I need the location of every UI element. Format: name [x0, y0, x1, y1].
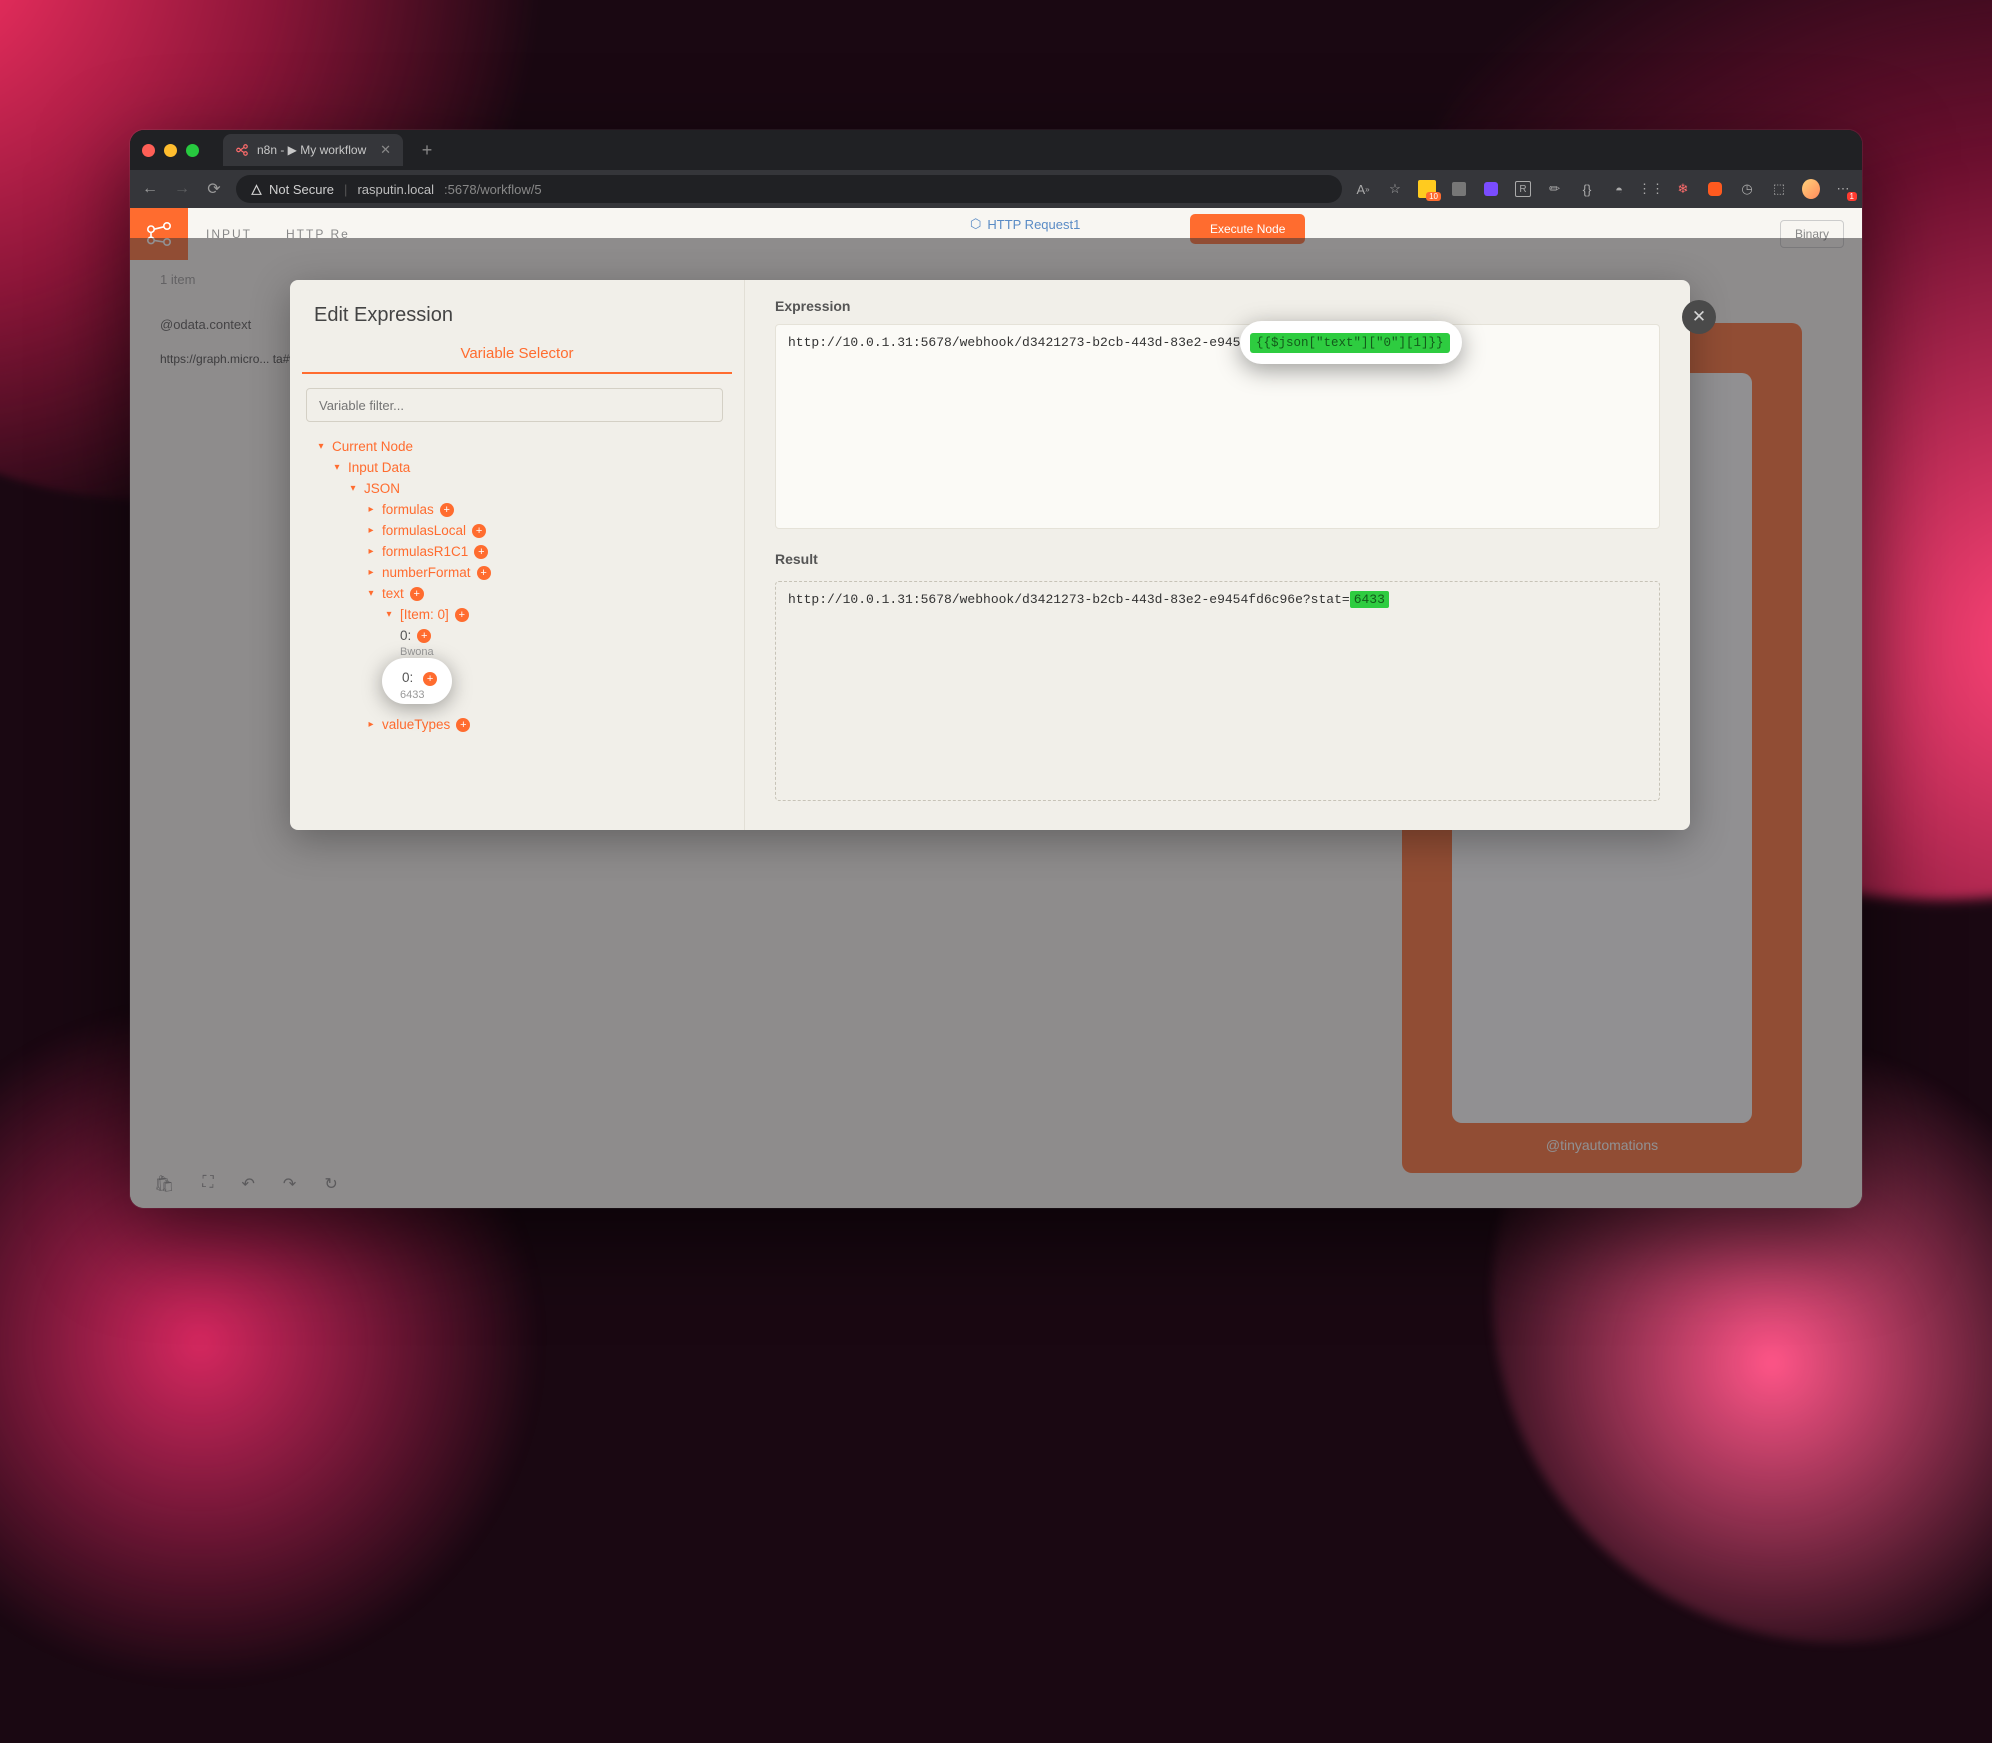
- window-zoom[interactable]: [186, 144, 199, 157]
- modal-title: Edit Expression: [314, 304, 732, 327]
- tab-title: n8n - ▶ My workflow: [257, 143, 366, 157]
- modal-close-button[interactable]: ✕: [1682, 300, 1716, 334]
- ext-icon-orange[interactable]: [1706, 180, 1724, 198]
- url-field[interactable]: Not Secure | rasputin.local :5678/workflo…: [236, 175, 1342, 203]
- add-icon[interactable]: +: [472, 524, 486, 538]
- reload-button[interactable]: ⟳: [204, 179, 224, 199]
- window-close[interactable]: [142, 144, 155, 157]
- variable-filter-input[interactable]: [306, 388, 723, 422]
- add-icon[interactable]: +: [474, 545, 488, 559]
- tree-formulas-r1c1[interactable]: formulasR1C1+: [302, 541, 732, 562]
- window-minimize[interactable]: [164, 144, 177, 157]
- result-output: http://10.0.1.31:5678/webhook/d3421273-b…: [775, 581, 1660, 801]
- tree-text[interactable]: text+: [302, 583, 732, 604]
- url-path: :5678/workflow/5: [444, 182, 542, 197]
- ext-icon-sync[interactable]: ◷: [1738, 180, 1756, 198]
- n8n-icon: [235, 143, 249, 157]
- tree-formulas-local[interactable]: formulasLocal+: [302, 520, 732, 541]
- toolbar-icons: A» ☆ 10 R ✎ {} ◓ ⋮⋮ ❄ ◷ ⬚ ⋯1: [1354, 180, 1852, 198]
- add-icon[interactable]: +: [456, 718, 470, 732]
- expression-prefix: http://10.0.1.31:5678/webhook/d3421273-b…: [788, 335, 1248, 350]
- page-content: INPUT HTTP Re Binary ⬡ HTTP Request1 Exe…: [130, 208, 1862, 1208]
- not-secure-badge: Not Secure: [250, 182, 334, 197]
- address-bar: ← → ⟳ Not Secure | rasputin.local :5678/w…: [130, 170, 1862, 208]
- expression-panel: Expression http://10.0.1.31:5678/webhook…: [745, 280, 1690, 830]
- tree-number-format[interactable]: numberFormat+: [302, 562, 732, 583]
- edit-expression-modal: ✕ Edit Expression Variable Selector Curr…: [290, 280, 1690, 830]
- tree-leaf-0-val: Bwona: [302, 643, 732, 661]
- url-host: rasputin.local: [357, 182, 434, 197]
- tab-bar: n8n - ▶ My workflow ✕ +: [130, 130, 1862, 170]
- ext-icon-cube[interactable]: ⬚: [1770, 180, 1788, 198]
- tab-close-icon[interactable]: ✕: [380, 142, 391, 158]
- variable-selector-tab[interactable]: Variable Selector: [302, 345, 732, 374]
- tree-current-node[interactable]: Current Node: [302, 436, 732, 457]
- window-controls: [142, 144, 199, 157]
- favorite-icon[interactable]: ☆: [1386, 180, 1404, 198]
- add-icon[interactable]: +: [417, 629, 431, 643]
- tree-item-0[interactable]: [Item: 0]+: [302, 604, 732, 625]
- ext-icon-r[interactable]: R: [1514, 180, 1532, 198]
- modal-overlay[interactable]: ✕ Edit Expression Variable Selector Curr…: [130, 238, 1862, 1208]
- add-icon[interactable]: +: [477, 566, 491, 580]
- expression-variable-chip[interactable]: {{$json["text"]["0"][1]}}: [1250, 333, 1450, 353]
- node-title: ⬡ HTTP Request1: [970, 216, 1080, 232]
- read-aloud-icon[interactable]: A»: [1354, 180, 1372, 198]
- add-icon[interactable]: +: [440, 503, 454, 517]
- url-separator: |: [344, 182, 347, 197]
- tree-leaf-1[interactable]: 0: + 6433: [302, 667, 732, 704]
- browser-window: n8n - ▶ My workflow ✕ + ← → ⟳ Not Secure…: [130, 130, 1862, 1208]
- collections-icon[interactable]: 10: [1418, 180, 1436, 198]
- result-label: Result: [775, 551, 1660, 567]
- tree-value-types[interactable]: valueTypes+: [302, 714, 732, 735]
- ext-icon-redish[interactable]: ❄: [1674, 180, 1692, 198]
- back-button[interactable]: ←: [140, 180, 160, 198]
- new-tab-button[interactable]: +: [413, 140, 441, 161]
- forward-button[interactable]: →: [172, 180, 192, 198]
- result-prefix: http://10.0.1.31:5678/webhook/d3421273-b…: [788, 592, 1350, 607]
- tree-json[interactable]: JSON: [302, 478, 732, 499]
- browser-tab[interactable]: n8n - ▶ My workflow ✕: [223, 134, 403, 166]
- ext-icon-pen[interactable]: ✎: [1542, 176, 1567, 201]
- add-icon[interactable]: +: [423, 672, 437, 686]
- menu-button[interactable]: ⋯1: [1834, 180, 1852, 198]
- ext-icon-braces[interactable]: {}: [1578, 180, 1596, 198]
- expression-input[interactable]: http://10.0.1.31:5678/webhook/d3421273-b…: [775, 324, 1660, 529]
- add-icon[interactable]: +: [410, 587, 424, 601]
- variable-tree: Current Node Input Data JSON formulas+ f…: [302, 436, 732, 735]
- add-icon[interactable]: +: [455, 608, 469, 622]
- result-value-chip: 6433: [1350, 591, 1389, 608]
- ext-icon-dots[interactable]: ⋮⋮: [1642, 180, 1660, 198]
- variable-selector-panel: Edit Expression Variable Selector Curren…: [290, 280, 745, 830]
- expression-label: Expression: [775, 298, 1660, 314]
- profile-avatar[interactable]: [1802, 180, 1820, 198]
- ext-icon-shield[interactable]: ◓: [1610, 180, 1628, 198]
- tree-input-data[interactable]: Input Data: [302, 457, 732, 478]
- ext-icon-2[interactable]: [1482, 180, 1500, 198]
- tree-formulas[interactable]: formulas+: [302, 499, 732, 520]
- ext-icon-1[interactable]: [1450, 180, 1468, 198]
